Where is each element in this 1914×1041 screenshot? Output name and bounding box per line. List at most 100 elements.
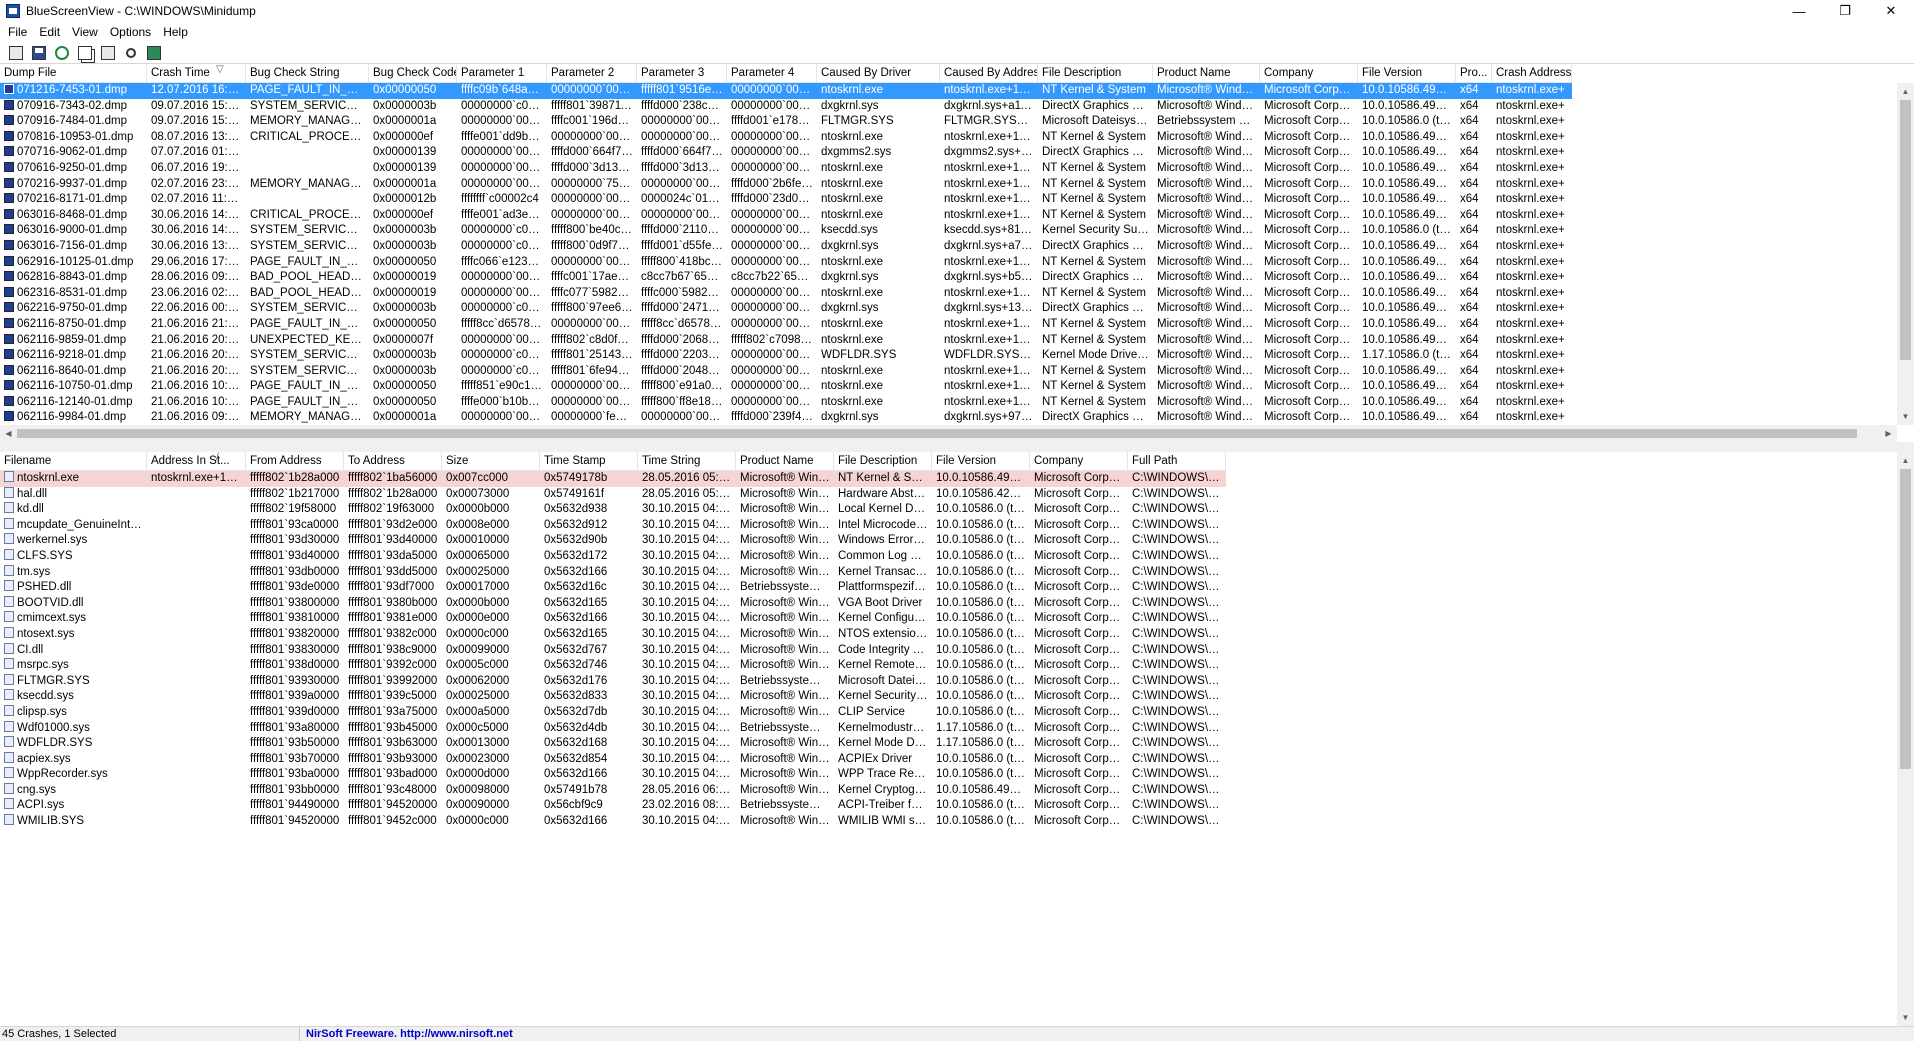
scroll-down-arrow-icon[interactable]: ▼ [1897,408,1914,425]
crash-list-horizontal-scrollbar[interactable]: ◀ ▶ [0,425,1897,442]
crash-row[interactable]: 062116-10750-01.dmp 21.06.2016 10:11:07 PA… [0,379,1572,395]
column-header[interactable]: Caused By Address [940,64,1038,82]
crash-row[interactable]: 063016-8468-01.dmp 30.06.2016 14:08:22 CRI… [0,208,1572,224]
save-button[interactable] [29,43,49,63]
module-row[interactable]: werkernel.sys fffff801`93d30000 fffff801`9… [0,533,1226,549]
crash-row[interactable]: 070816-10953-01.dmp 08.07.2016 13:39:14 CR… [0,130,1572,146]
exit-button[interactable] [144,43,164,63]
module-row[interactable]: mcupdate_GenuineIntel.dll fffff801`93ca00… [0,517,1226,534]
crash-row[interactable]: 063016-9000-01.dmp 30.06.2016 14:06:26 SYS… [0,223,1572,239]
column-header[interactable]: Crash Address [1492,64,1572,82]
column-header[interactable]: File Version [932,452,1030,470]
scroll-left-arrow-icon[interactable]: ◀ [0,425,17,442]
module-row[interactable]: CLFS.SYS fffff801`93d40000 fffff801`93da50… [0,548,1226,565]
module-row[interactable]: ksecdd.sys fffff801`939a0000 fffff801`939c… [0,689,1226,705]
module-row[interactable]: ntosext.sys fffff801`93820000 fffff801`938… [0,626,1226,643]
crash-row[interactable]: 063016-7156-01.dmp 30.06.2016 13:57:44 SYS… [0,239,1572,255]
module-row[interactable]: PSHED.dll fffff801`93de0000 fffff801`93df7… [0,580,1226,596]
crash-row[interactable]: 062116-8640-01.dmp 21.06.2016 20:14:26 SYS… [0,364,1572,380]
crash-row[interactable]: 062116-9218-01.dmp 21.06.2016 20:49:47 SYS… [0,348,1572,364]
scroll-down-arrow-icon[interactable]: ▼ [1897,1009,1914,1026]
nirsoft-link[interactable]: NirSoft Freeware. http://www.nirsoft.net [300,1027,513,1041]
options-button[interactable] [98,43,118,63]
crash-row[interactable]: 062116-9859-01.dmp 21.06.2016 20:50:58 UNE… [0,333,1572,349]
crash-row[interactable]: 062216-9750-01.dmp 22.06.2016 00:12:34 SYS… [0,301,1572,317]
module-row[interactable]: tm.sys fffff801`93db0000 fffff801`93dd5000… [0,564,1226,581]
scroll-thumb[interactable] [1900,469,1911,769]
column-header[interactable]: Full Path [1128,452,1226,470]
module-row[interactable]: BOOTVID.dll fffff801`93800000 fffff801`938… [0,595,1226,612]
menu-options[interactable]: Options [104,22,157,42]
crash-row[interactable]: 070216-8171-01.dmp 02.07.2016 11:40:28 0x0… [0,192,1572,208]
scroll-thumb[interactable] [1900,100,1911,360]
scroll-right-arrow-icon[interactable]: ▶ [1880,425,1897,442]
menu-file[interactable]: File [2,22,33,42]
column-header[interactable]: Time Stamp [540,452,638,470]
module-row[interactable]: kd.dll fffff802`19f58000 fffff802`19f63000… [0,502,1226,518]
module-row[interactable]: msrpc.sys fffff801`938d0000 fffff801`9392c… [0,658,1226,674]
module-list-pane[interactable]: Filename Address In St... / From Address To … [0,452,1914,1026]
column-header[interactable]: Bug Check String [246,64,369,82]
column-header[interactable]: Parameter 1 [457,64,547,82]
column-header[interactable]: Parameter 4 [727,64,817,82]
menu-help[interactable]: Help [157,22,194,42]
crash-row[interactable]: 070716-9062-01.dmp 07.07.2016 01:01:36 0x0… [0,145,1572,161]
crash-row[interactable]: 062116-12140-01.dmp 21.06.2016 10:00:16 PA… [0,395,1572,411]
column-header[interactable]: Parameter 3 [637,64,727,82]
column-header[interactable]: Caused By Driver [817,64,940,82]
column-header[interactable]: From Address [246,452,344,470]
scroll-thumb[interactable] [17,429,1857,438]
close-button[interactable]: ✕ [1868,0,1914,22]
column-header[interactable]: Size [442,452,540,470]
module-row[interactable]: CI.dll fffff801`93830000 fffff801`938c9000… [0,642,1226,659]
crash-list-vertical-scrollbar[interactable]: ▲ ▼ [1897,83,1914,425]
crash-row[interactable]: 062316-8531-01.dmp 23.06.2016 02:18:18 BAD… [0,286,1572,302]
scroll-up-arrow-icon[interactable]: ▲ [1897,452,1914,469]
properties-button[interactable] [6,43,26,63]
crash-row[interactable]: 062116-8750-01.dmp 21.06.2016 21:10:38 PAG… [0,317,1572,333]
crash-row[interactable]: 062116-9984-01.dmp 21.06.2016 09:57:42 MEM… [0,410,1572,426]
crash-row[interactable]: 062916-10125-01.dmp 29.06.2016 17:48:12 PA… [0,255,1572,271]
find-button[interactable] [121,43,141,63]
column-header[interactable]: To Address [344,452,442,470]
crash-row[interactable]: 071216-7453-01.dmp 12.07.2016 16:36:45 PAG… [0,83,1572,99]
column-header[interactable]: File Version [1358,64,1456,82]
column-header[interactable]: Parameter 2 [547,64,637,82]
scroll-up-arrow-icon[interactable]: ▲ [1897,83,1914,100]
minimize-button[interactable]: — [1776,0,1822,22]
column-header[interactable]: Pro... [1456,64,1492,82]
pane-splitter[interactable] [0,442,1914,452]
crash-row[interactable]: 070916-7484-01.dmp 09.07.2016 15:18:38 MEM… [0,114,1572,130]
module-row[interactable]: WMILIB.SYS fffff801`94520000 fffff801`9452… [0,814,1226,830]
crash-row[interactable]: 070216-9937-01.dmp 02.07.2016 23:54:59 MEM… [0,177,1572,193]
module-row[interactable]: cmimcext.sys fffff801`93810000 fffff801`93… [0,611,1226,627]
column-header[interactable]: Time String [638,452,736,470]
module-row[interactable]: FLTMGR.SYS fffff801`93930000 fffff801`9399… [0,673,1226,690]
refresh-button[interactable] [52,43,72,63]
module-row[interactable]: ntoskrnl.exe ntoskrnl.exe+16f5c1 fffff802`… [0,471,1226,487]
crash-row[interactable]: 062816-8843-01.dmp 28.06.2016 09:03:02 BAD… [0,270,1572,286]
module-row[interactable]: hal.dll fffff802`1b217000 fffff802`1b28a00… [0,486,1226,503]
column-header[interactable]: Product Name [736,452,834,470]
module-list-vertical-scrollbar[interactable]: ▲ ▼ [1897,452,1914,1026]
crash-list-pane[interactable]: Dump File Crash Time ▽ Bug Check String Bug … [0,64,1914,442]
module-row[interactable]: cng.sys fffff801`93bb0000 fffff801`93c4800… [0,782,1226,799]
module-row[interactable]: WppRecorder.sys fffff801`93ba0000 fffff801… [0,767,1226,783]
module-row[interactable]: acpiex.sys fffff801`93b70000 fffff801`93b9… [0,751,1226,768]
module-row[interactable]: ACPI.sys fffff801`94490000 fffff801`945200… [0,798,1226,814]
crash-row[interactable]: 070616-9250-01.dmp 06.07.2016 19:02:40 0x0… [0,161,1572,177]
column-header[interactable]: Dump File [0,64,147,82]
menu-edit[interactable]: Edit [33,22,66,42]
column-header[interactable]: Bug Check Code [369,64,457,82]
column-header[interactable]: Company [1030,452,1128,470]
maximize-button[interactable]: ❐ [1822,0,1868,22]
module-row[interactable]: Wdf01000.sys fffff801`93a80000 fffff801`93… [0,720,1226,737]
column-header[interactable]: File Description [834,452,932,470]
column-header[interactable]: Filename [0,452,147,470]
copy-button[interactable] [75,43,95,63]
module-row[interactable]: WDFLDR.SYS fffff801`93b50000 fffff801`93b6… [0,736,1226,752]
crash-row[interactable]: 070916-7343-02.dmp 09.07.2016 15:20:20 SYS… [0,99,1572,115]
column-header[interactable]: File Description [1038,64,1153,82]
column-header[interactable]: Product Name [1153,64,1260,82]
menu-view[interactable]: View [66,22,104,42]
